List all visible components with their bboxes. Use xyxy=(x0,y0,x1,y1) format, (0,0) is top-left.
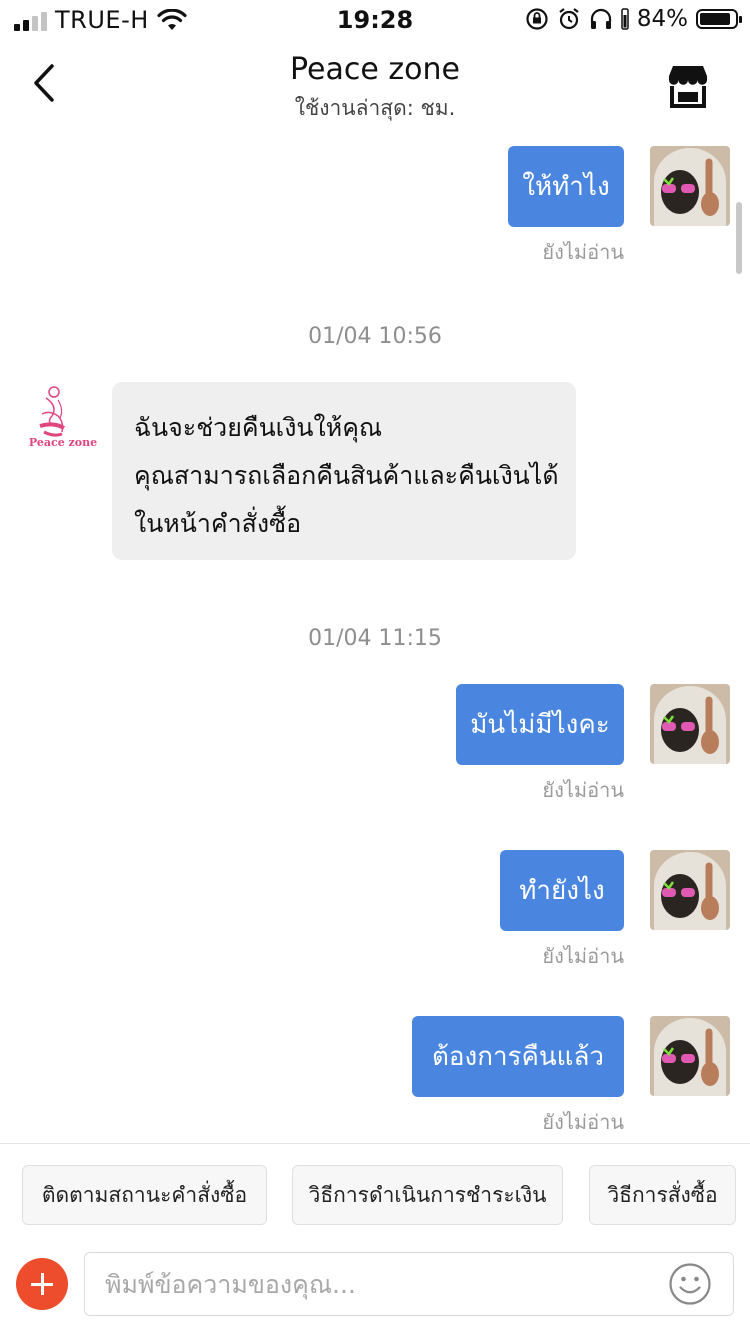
shop-icon[interactable] xyxy=(664,64,712,108)
lock-rotation-icon xyxy=(526,8,548,30)
user-avatar-image xyxy=(650,1016,730,1096)
read-status: ยังไม่อ่าน xyxy=(542,1110,624,1134)
incoming-message-line: ในหน้าคำสั่งซื้อ xyxy=(134,509,302,538)
alarm-icon xyxy=(559,8,579,30)
incoming-message-line: ฉันจะช่วยคืนเงินให้คุณ xyxy=(134,413,383,442)
timestamp: 01/04 11:15 xyxy=(308,626,442,651)
user-avatar-image xyxy=(650,850,730,930)
user-avatar[interactable] xyxy=(650,850,730,930)
chat-title: Peace zone xyxy=(290,52,460,87)
timestamp: 01/04 10:56 xyxy=(308,324,442,349)
user-avatar-image xyxy=(650,684,730,764)
quick-reply-how-to-order[interactable]: วิธีการสั่งซื้อ xyxy=(589,1165,736,1225)
quick-reply-payment[interactable]: วิธีการดำเนินการชำระเงิน xyxy=(292,1165,563,1225)
battery-indicator-icon xyxy=(621,8,629,30)
last-active-status: ใช้งานล่าสุด: ชม. xyxy=(294,96,456,120)
chat-header: Peace zone ใช้งานล่าสุด: ชม. xyxy=(0,40,750,130)
battery-percent: 84% xyxy=(636,6,688,32)
user-avatar[interactable] xyxy=(650,1016,730,1096)
outgoing-message[interactable]: ให้ทำไง xyxy=(508,146,624,227)
user-avatar-image xyxy=(650,146,730,226)
quick-reply-track-order[interactable]: ติดตามสถานะคำสั่งซื้อ xyxy=(22,1165,267,1225)
chat-area[interactable]: ให้ทำไง ยังไม่อ่าน 01/04 10:56 Peace zon… xyxy=(0,130,750,1144)
emoji-icon[interactable] xyxy=(668,1262,712,1306)
user-avatar[interactable] xyxy=(650,684,730,764)
outgoing-message[interactable]: ทำยังไง xyxy=(500,850,624,931)
status-bar: TRUE-H 19:28 84% xyxy=(0,0,750,40)
shop-logo-text: Peace zone xyxy=(28,436,98,449)
add-icon[interactable] xyxy=(16,1258,68,1310)
user-avatar[interactable] xyxy=(650,146,730,226)
status-right: 84% xyxy=(525,6,742,32)
outgoing-message[interactable]: มันไม่มีไงคะ xyxy=(456,684,624,765)
battery-icon xyxy=(696,9,742,29)
read-status: ยังไม่อ่าน xyxy=(542,778,624,802)
read-status: ยังไม่อ่าน xyxy=(542,944,624,968)
message-input[interactable] xyxy=(84,1252,734,1316)
scrollbar[interactable] xyxy=(736,202,742,274)
headphones-icon xyxy=(590,8,611,29)
read-status: ยังไม่อ่าน xyxy=(542,240,624,264)
outgoing-message[interactable]: ต้องการคืนแล้ว xyxy=(412,1016,624,1097)
shop-avatar[interactable]: Peace zone xyxy=(24,382,102,460)
incoming-message-line: คุณสามารถเลือกคืนสินค้าและคืนเงินได้ xyxy=(134,461,559,490)
divider xyxy=(0,1143,750,1144)
incoming-message[interactable]: ฉันจะช่วยคืนเงินให้คุณ คุณสามารถเลือกคืน… xyxy=(112,382,576,560)
